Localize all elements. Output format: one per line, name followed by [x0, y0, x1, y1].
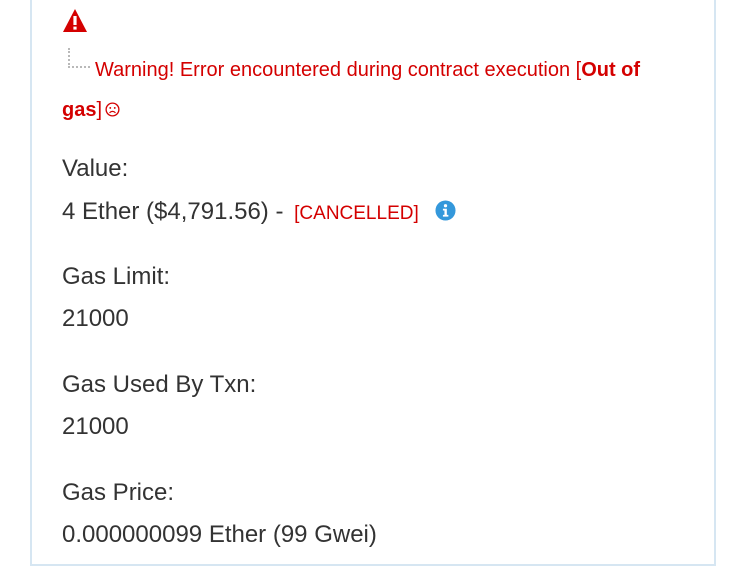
cancelled-badge: [CANCELLED] — [294, 203, 419, 224]
execution-warning: Warning! Error encountered during contra… — [62, 50, 682, 130]
warning-triangle-icon — [63, 9, 87, 32]
gas-price-value: 0.000000099 Ether (99 Gwei) — [62, 521, 377, 548]
sad-face-icon — [105, 102, 120, 117]
gas-used-value: 21000 — [62, 413, 129, 440]
value-label: Value: — [62, 155, 129, 182]
gas-limit-label: Gas Limit: — [62, 263, 171, 290]
info-icon[interactable] — [435, 200, 456, 221]
gas-used-label: Gas Used By Txn: — [62, 371, 257, 398]
value-row: 4 Ether ($4,791.56) - [CANCELLED] — [62, 198, 456, 226]
gas-limit-value: 21000 — [62, 305, 129, 332]
value-amount: 4 Ether ($4,791.56) - — [62, 198, 284, 225]
warning-prefix: Warning! Error encountered during contra… — [95, 59, 582, 81]
gas-price-label: Gas Price: — [62, 479, 175, 506]
warning-suffix: ] — [96, 99, 103, 121]
